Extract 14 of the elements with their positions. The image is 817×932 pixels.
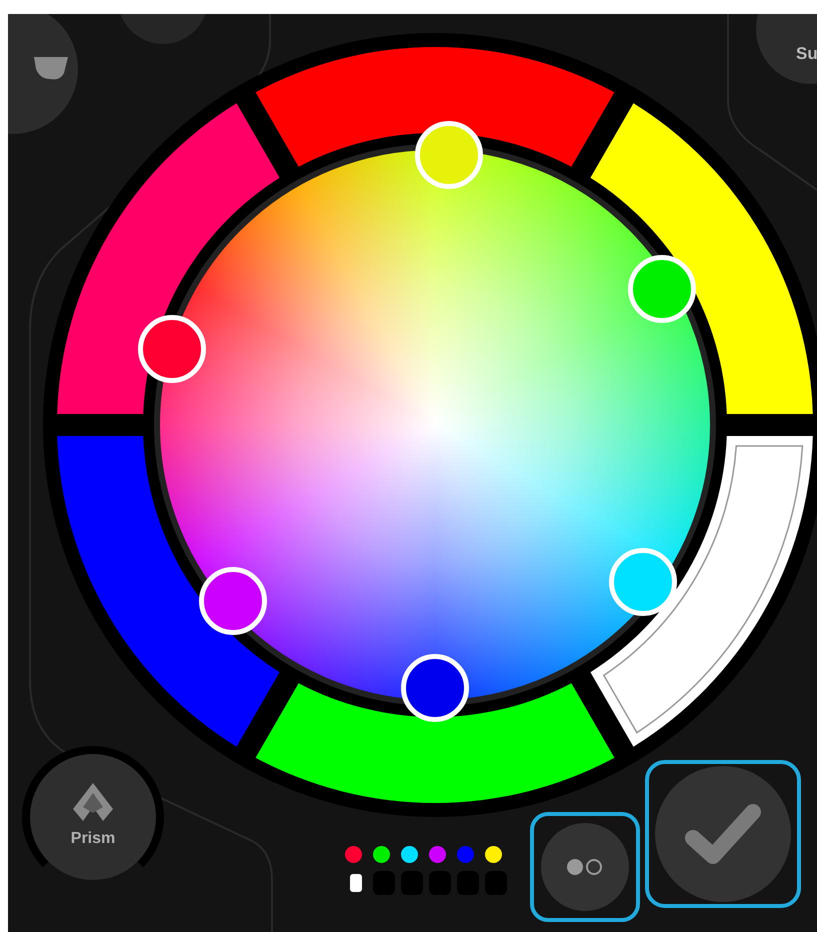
prism-icon (73, 783, 113, 821)
color-ring-segment[interactable] (256, 683, 614, 803)
color-ring-segment[interactable] (256, 47, 614, 167)
prism-button[interactable]: Prism (30, 754, 156, 880)
top-right-button[interactable]: Su (756, 14, 817, 84)
color-ring-segment[interactable] (590, 103, 813, 414)
button-label: Su (796, 45, 817, 62)
color-ring-segment[interactable] (590, 436, 813, 747)
checkmark-icon (683, 802, 763, 866)
color-ring-segment[interactable] (57, 103, 280, 414)
mode-toggle-button[interactable] (530, 812, 640, 922)
confirm-button[interactable] (645, 760, 801, 908)
two-dots-icon (566, 858, 604, 876)
color-ring-segment[interactable] (57, 436, 280, 747)
